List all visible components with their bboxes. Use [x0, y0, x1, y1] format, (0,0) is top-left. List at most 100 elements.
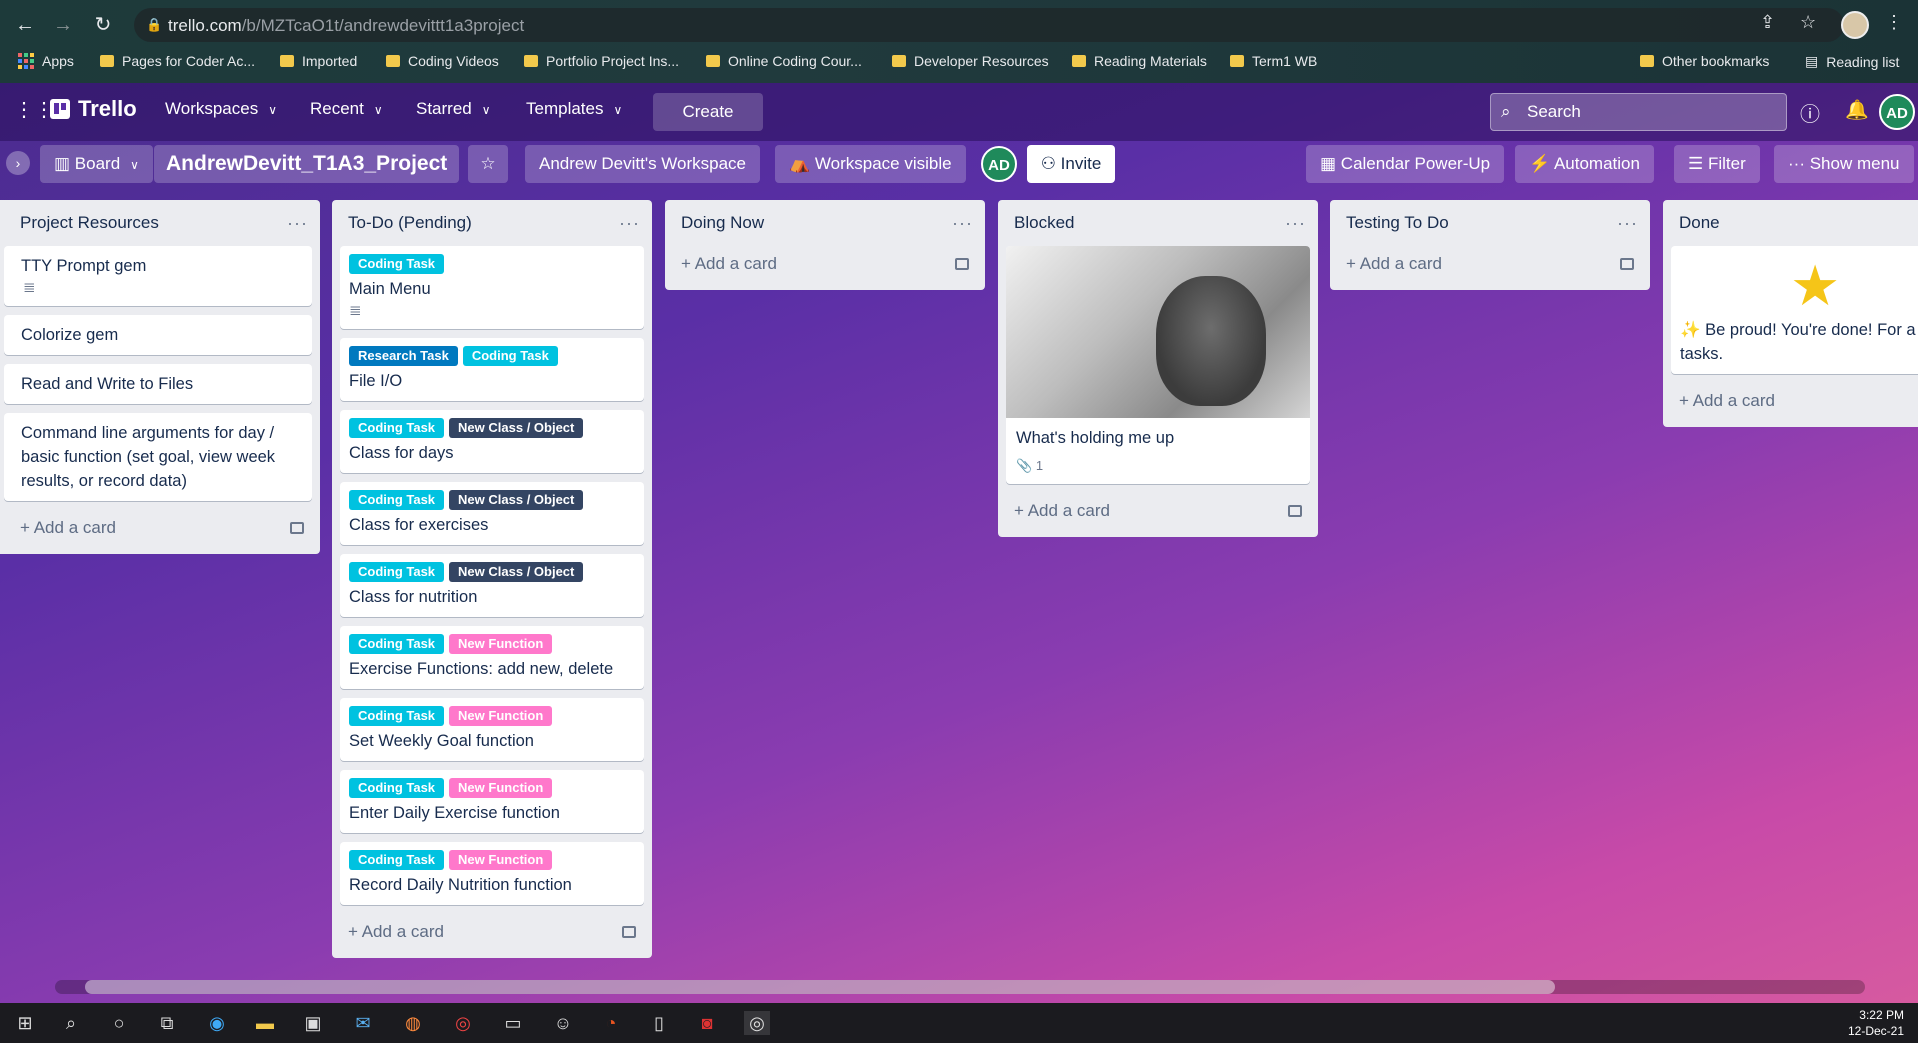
bookmark-item[interactable]: Coding Videos [386, 53, 499, 69]
star-board-icon[interactable]: ☆ [468, 145, 508, 183]
card[interactable]: Read and Write to Files [4, 364, 312, 404]
back-icon[interactable]: ← [12, 12, 38, 38]
card[interactable]: Coding Task Main Menu ≣ [340, 246, 644, 329]
list-menu-icon[interactable]: ··· [1617, 213, 1638, 234]
add-card-button[interactable]: + Add a card [340, 914, 644, 950]
list-title[interactable]: Doing Now [681, 213, 764, 233]
reload-icon[interactable]: ↻ [90, 12, 116, 38]
other-bookmarks[interactable]: Other bookmarks [1640, 53, 1769, 69]
invite-button[interactable]: ⚇ Invite [1027, 145, 1115, 183]
folder-icon [524, 55, 538, 67]
chrome-active-icon[interactable]: ◎ [744, 1011, 770, 1035]
card[interactable]: Command line arguments for day / basic f… [4, 413, 312, 501]
horizontal-scrollbar[interactable] [55, 980, 1865, 994]
list-title[interactable]: Blocked [1014, 213, 1074, 233]
card[interactable]: Coding Task New Function Enter Daily Exerc… [340, 770, 644, 833]
calendar-powerup-button[interactable]: ▦ Calendar Power-Up [1306, 145, 1505, 183]
automation-button[interactable]: ⚡ Automation [1515, 145, 1654, 183]
profile-avatar[interactable] [1841, 11, 1869, 39]
card[interactable]: Coding Task New Class / Object Class for e… [340, 482, 644, 545]
list-title[interactable]: Done [1679, 213, 1720, 233]
board-title[interactable]: AndrewDevitt_T1A3_Project [154, 145, 460, 183]
card-template-icon[interactable] [1620, 258, 1634, 270]
member-avatar[interactable]: AD [981, 146, 1017, 182]
bookmark-star-icon[interactable]: ☆ [1800, 12, 1816, 33]
terminal-icon[interactable]: ▭ [500, 1011, 526, 1035]
workspaces-menu[interactable]: Workspaces ∨ [165, 99, 277, 119]
bookmark-item[interactable]: Term1 WB [1230, 53, 1317, 69]
mail-icon[interactable]: ✉ [350, 1011, 376, 1035]
add-card-button[interactable]: + Add a card [1671, 383, 1918, 419]
card-template-icon[interactable] [290, 522, 304, 534]
card[interactable]: Colorize gem [4, 315, 312, 355]
info-icon[interactable]: ⓘ [1800, 98, 1820, 127]
bookmark-item[interactable]: Imported [280, 53, 357, 69]
forward-icon[interactable]: → [50, 12, 76, 38]
task-view-icon[interactable]: ⧉ [154, 1011, 180, 1035]
bell-icon[interactable]: 🔔 [1845, 98, 1869, 122]
list-menu-icon[interactable]: ··· [619, 213, 640, 234]
app-icon[interactable]: ◙ [694, 1011, 720, 1035]
card[interactable]: Coding Task New Function Exercise Function… [340, 626, 644, 689]
file-explorer-icon[interactable]: ▬ [252, 1011, 278, 1035]
bookmark-apps[interactable]: Apps [18, 53, 74, 69]
bookmark-item[interactable]: Online Coding Cour... [706, 53, 862, 69]
search-input[interactable]: ⌕ Search [1490, 93, 1787, 131]
bookmark-item[interactable]: Developer Resources [892, 53, 1049, 69]
workspace-button[interactable]: Andrew Devitt's Workspace [525, 145, 761, 183]
visibility-button[interactable]: ⛺ Workspace visible [775, 145, 966, 183]
firefox-icon[interactable]: ◍ [400, 1011, 426, 1035]
list-menu-icon[interactable]: ··· [287, 213, 308, 234]
card[interactable]: TTY Prompt gem ≣ [4, 246, 312, 306]
board-view-switcher[interactable]: ▥ Board ∨ [40, 145, 153, 183]
chrome-icon[interactable]: ◎ [450, 1011, 476, 1035]
cortana-icon[interactable]: ○ [106, 1011, 132, 1035]
folder-icon [892, 55, 906, 67]
more-icon[interactable]: ⋮ [1885, 12, 1903, 33]
trello-logo[interactable]: Trello [50, 96, 137, 122]
card[interactable]: Coding Task New Function Set Weekly Goal f… [340, 698, 644, 761]
system-clock[interactable]: 3:22 PM 12-Dec-21 [1848, 1007, 1904, 1039]
reading-list[interactable]: ▤ Reading list [1805, 53, 1899, 70]
filter-button[interactable]: ☰ Filter [1674, 145, 1760, 183]
url-bar[interactable]: 🔒 trello.com/b/MZTcaO1t/andrewdevittt1a3… [134, 8, 1844, 42]
templates-menu[interactable]: Templates ∨ [526, 99, 622, 119]
scrollbar-thumb[interactable] [85, 980, 1555, 994]
card[interactable]: Coding Task New Class / Object Class for d… [340, 410, 644, 473]
card-template-icon[interactable] [622, 926, 636, 938]
show-menu-button[interactable]: ··· Show menu [1774, 145, 1914, 183]
app-icon[interactable]: ☺ [550, 1011, 576, 1035]
ubuntu-icon[interactable]: ◔ [598, 1011, 624, 1035]
add-card-button[interactable]: + Add a card [4, 510, 312, 546]
document-icon[interactable]: ▯ [646, 1011, 672, 1035]
search-icon[interactable]: ⌕ [58, 1011, 84, 1035]
list-menu-icon[interactable]: ··· [952, 213, 973, 234]
card[interactable]: Coding Task New Function Record Daily Nutr… [340, 842, 644, 905]
bookmark-item[interactable]: Portfolio Project Ins... [524, 53, 679, 69]
list-title[interactable]: To-Do (Pending) [348, 213, 472, 233]
card[interactable]: Research Task Coding Task File I/O [340, 338, 644, 401]
create-button[interactable]: Create [653, 93, 763, 131]
list-title[interactable]: Testing To Do [1346, 213, 1449, 233]
add-card-button[interactable]: + Add a card [1006, 493, 1310, 529]
card[interactable]: What's holding me up 📎 1 [1006, 246, 1310, 484]
app-switcher-icon[interactable]: ⋮⋮ [14, 97, 54, 122]
bookmark-item[interactable]: Pages for Coder Ac... [100, 53, 255, 69]
list-title[interactable]: Project Resources [12, 213, 159, 233]
card[interactable]: ★ ✨ Be proud! You're done! For a finishe… [1671, 246, 1918, 374]
sidebar-toggle-icon[interactable]: › [6, 151, 30, 175]
add-card-button[interactable]: + Add a card [673, 246, 977, 282]
user-avatar[interactable]: AD [1879, 94, 1915, 130]
add-card-button[interactable]: + Add a card [1338, 246, 1642, 282]
bookmark-item[interactable]: Reading Materials [1072, 53, 1207, 69]
edge-icon[interactable]: ◉ [204, 1011, 230, 1035]
store-icon[interactable]: ▣ [300, 1011, 326, 1035]
card[interactable]: Coding Task New Class / Object Class for n… [340, 554, 644, 617]
windows-start-icon[interactable]: ⊞ [12, 1011, 38, 1035]
recent-menu[interactable]: Recent ∨ [310, 99, 383, 119]
card-template-icon[interactable] [1288, 505, 1302, 517]
share-icon[interactable]: ⇪ [1760, 12, 1775, 33]
card-template-icon[interactable] [955, 258, 969, 270]
list-menu-icon[interactable]: ··· [1285, 213, 1306, 234]
starred-menu[interactable]: Starred ∨ [416, 99, 491, 119]
